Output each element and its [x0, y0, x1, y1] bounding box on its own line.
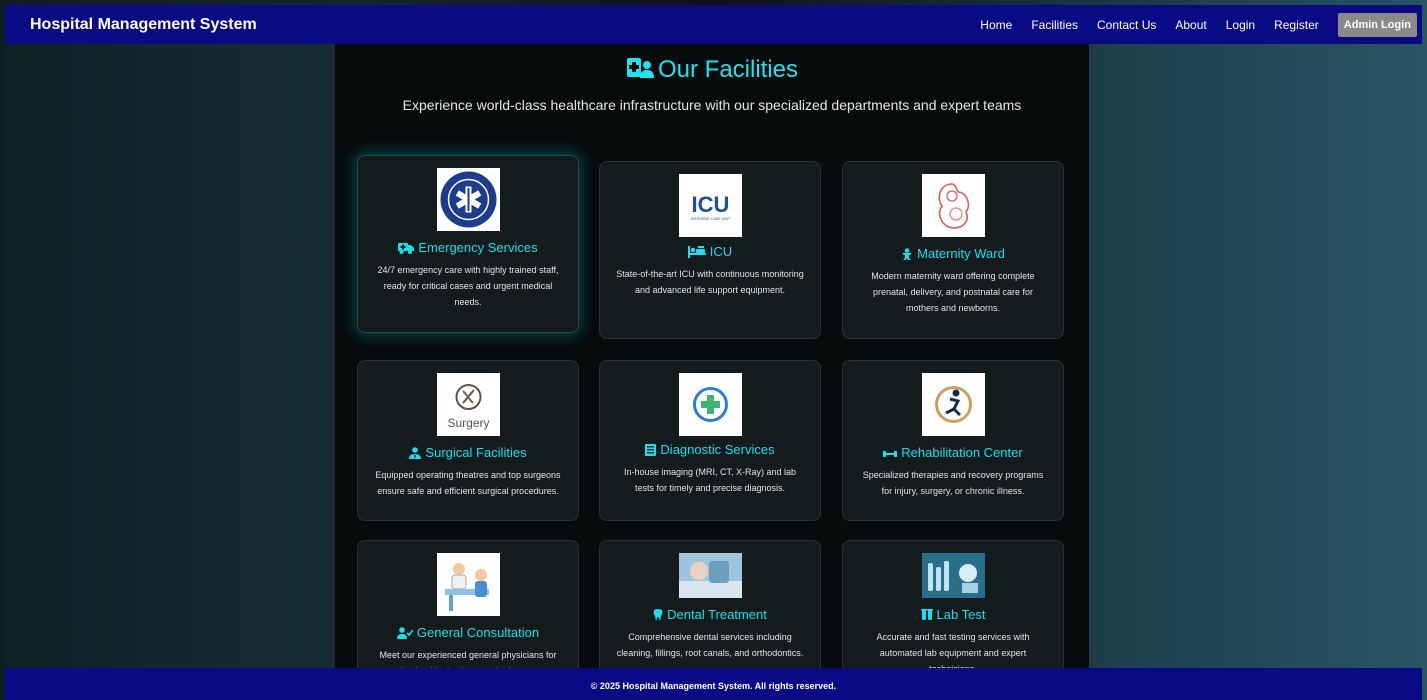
- facility-description: Accurate and fast testing services with …: [876, 632, 1030, 668]
- lab-test-image: [921, 553, 985, 598]
- admin-login-button[interactable]: Admin Login: [1337, 12, 1417, 37]
- facility-description: State-of-the-art ICU with continuous mon…: [616, 269, 804, 295]
- page-title: Our Facilities: [335, 56, 1089, 84]
- ambulance-icon: [398, 243, 415, 254]
- app-frame: Hospital Management System Home Faciliti…: [5, 5, 1422, 700]
- page-subtitle: Experience world-class healthcare infras…: [402, 97, 1022, 113]
- nav-login-link[interactable]: Login: [1226, 18, 1255, 32]
- nav-home-link[interactable]: Home: [980, 18, 1012, 32]
- nav-about-link[interactable]: About: [1175, 18, 1206, 32]
- maternity-image: [921, 174, 985, 237]
- tooth-icon: [653, 609, 663, 621]
- facility-card-consultation[interactable]: General Consultation Meet our experience…: [357, 540, 579, 668]
- nav-contact-link[interactable]: Contact Us: [1097, 18, 1156, 32]
- consultation-image: [436, 553, 500, 616]
- facility-title: General Consultation: [358, 625, 578, 640]
- facility-description: Specialized therapies and recovery progr…: [862, 470, 1044, 496]
- svg-text:Surgery: Surgery: [447, 416, 489, 430]
- facility-description: Modern maternity ward offering complete …: [871, 271, 1035, 313]
- file-medical-icon: [645, 444, 657, 456]
- rehabilitation-image: [921, 373, 985, 436]
- footer: © 2025 Hospital Management System. All r…: [5, 668, 1422, 700]
- navbar: Hospital Management System Home Faciliti…: [5, 5, 1422, 44]
- nav-facilities-link[interactable]: Facilities: [1031, 18, 1078, 32]
- user-doctor-icon: [409, 447, 422, 459]
- nav-register-link[interactable]: Register: [1274, 18, 1319, 32]
- user-check-icon: [396, 627, 414, 639]
- hospital-user-icon: [626, 58, 654, 78]
- brand-title[interactable]: Hospital Management System: [30, 16, 257, 34]
- icu-image: ICU INTENSIVE CARE UNIT: [678, 174, 742, 237]
- facilities-section: Our Facilities Experience world-class he…: [335, 44, 1089, 668]
- facility-card-lab[interactable]: Lab Test Accurate and fast testing servi…: [842, 540, 1064, 668]
- facility-description: Equipped operating theatres and top surg…: [375, 470, 561, 496]
- facility-card-maternity[interactable]: Maternity Ward Modern maternity ward off…: [842, 161, 1064, 339]
- facility-title: Lab Test: [843, 607, 1063, 622]
- facility-description: In-house imaging (MRI, CT, X-Ray) and la…: [623, 467, 797, 493]
- facility-card-dental[interactable]: Dental Treatment Comprehensive dental se…: [599, 540, 821, 668]
- nav-links: Home Facilities Contact Us About Login R…: [980, 5, 1422, 44]
- facility-title: Emergency Services: [358, 240, 578, 255]
- facility-description: 24/7 emergency care with highly trained …: [377, 265, 559, 307]
- facility-title: Diagnostic Services: [600, 442, 820, 457]
- facility-title: Dental Treatment: [600, 607, 820, 622]
- svg-text:INTENSIVE CARE UNIT: INTENSIVE CARE UNIT: [690, 217, 730, 221]
- page-title-text: Our Facilities: [657, 56, 799, 83]
- facility-title: ICU: [600, 244, 820, 259]
- facility-title: Maternity Ward: [843, 246, 1063, 261]
- procedures-icon: [687, 246, 706, 258]
- baby-icon: [902, 248, 913, 260]
- emergency-medical-image: [436, 168, 500, 231]
- facility-card-icu[interactable]: ICU INTENSIVE CARE UNIT ICU State-of-the…: [599, 161, 821, 339]
- facility-card-rehabilitation[interactable]: Rehabilitation Center Specialized therap…: [842, 360, 1064, 521]
- facility-card-emergency[interactable]: Emergency Services 24/7 emergency care w…: [357, 155, 579, 333]
- facility-card-diagnostic[interactable]: Diagnostic Services In-house imaging (MR…: [599, 360, 821, 521]
- facility-description: Meet our experienced general physicians …: [379, 650, 557, 668]
- facility-title: Surgical Facilities: [358, 445, 578, 460]
- surgery-image: Surgery: [436, 373, 500, 436]
- dumbbell-icon: [883, 451, 898, 457]
- facility-card-surgical[interactable]: Surgery Surgical Facilities Equipped ope…: [357, 360, 579, 521]
- dental-image: [678, 553, 742, 598]
- facility-title: Rehabilitation Center: [843, 445, 1063, 460]
- diagnostic-image: [678, 373, 742, 436]
- facility-description: Comprehensive dental services including …: [616, 632, 804, 658]
- svg-text:ICU: ICU: [691, 192, 729, 217]
- vials-icon: [920, 609, 933, 620]
